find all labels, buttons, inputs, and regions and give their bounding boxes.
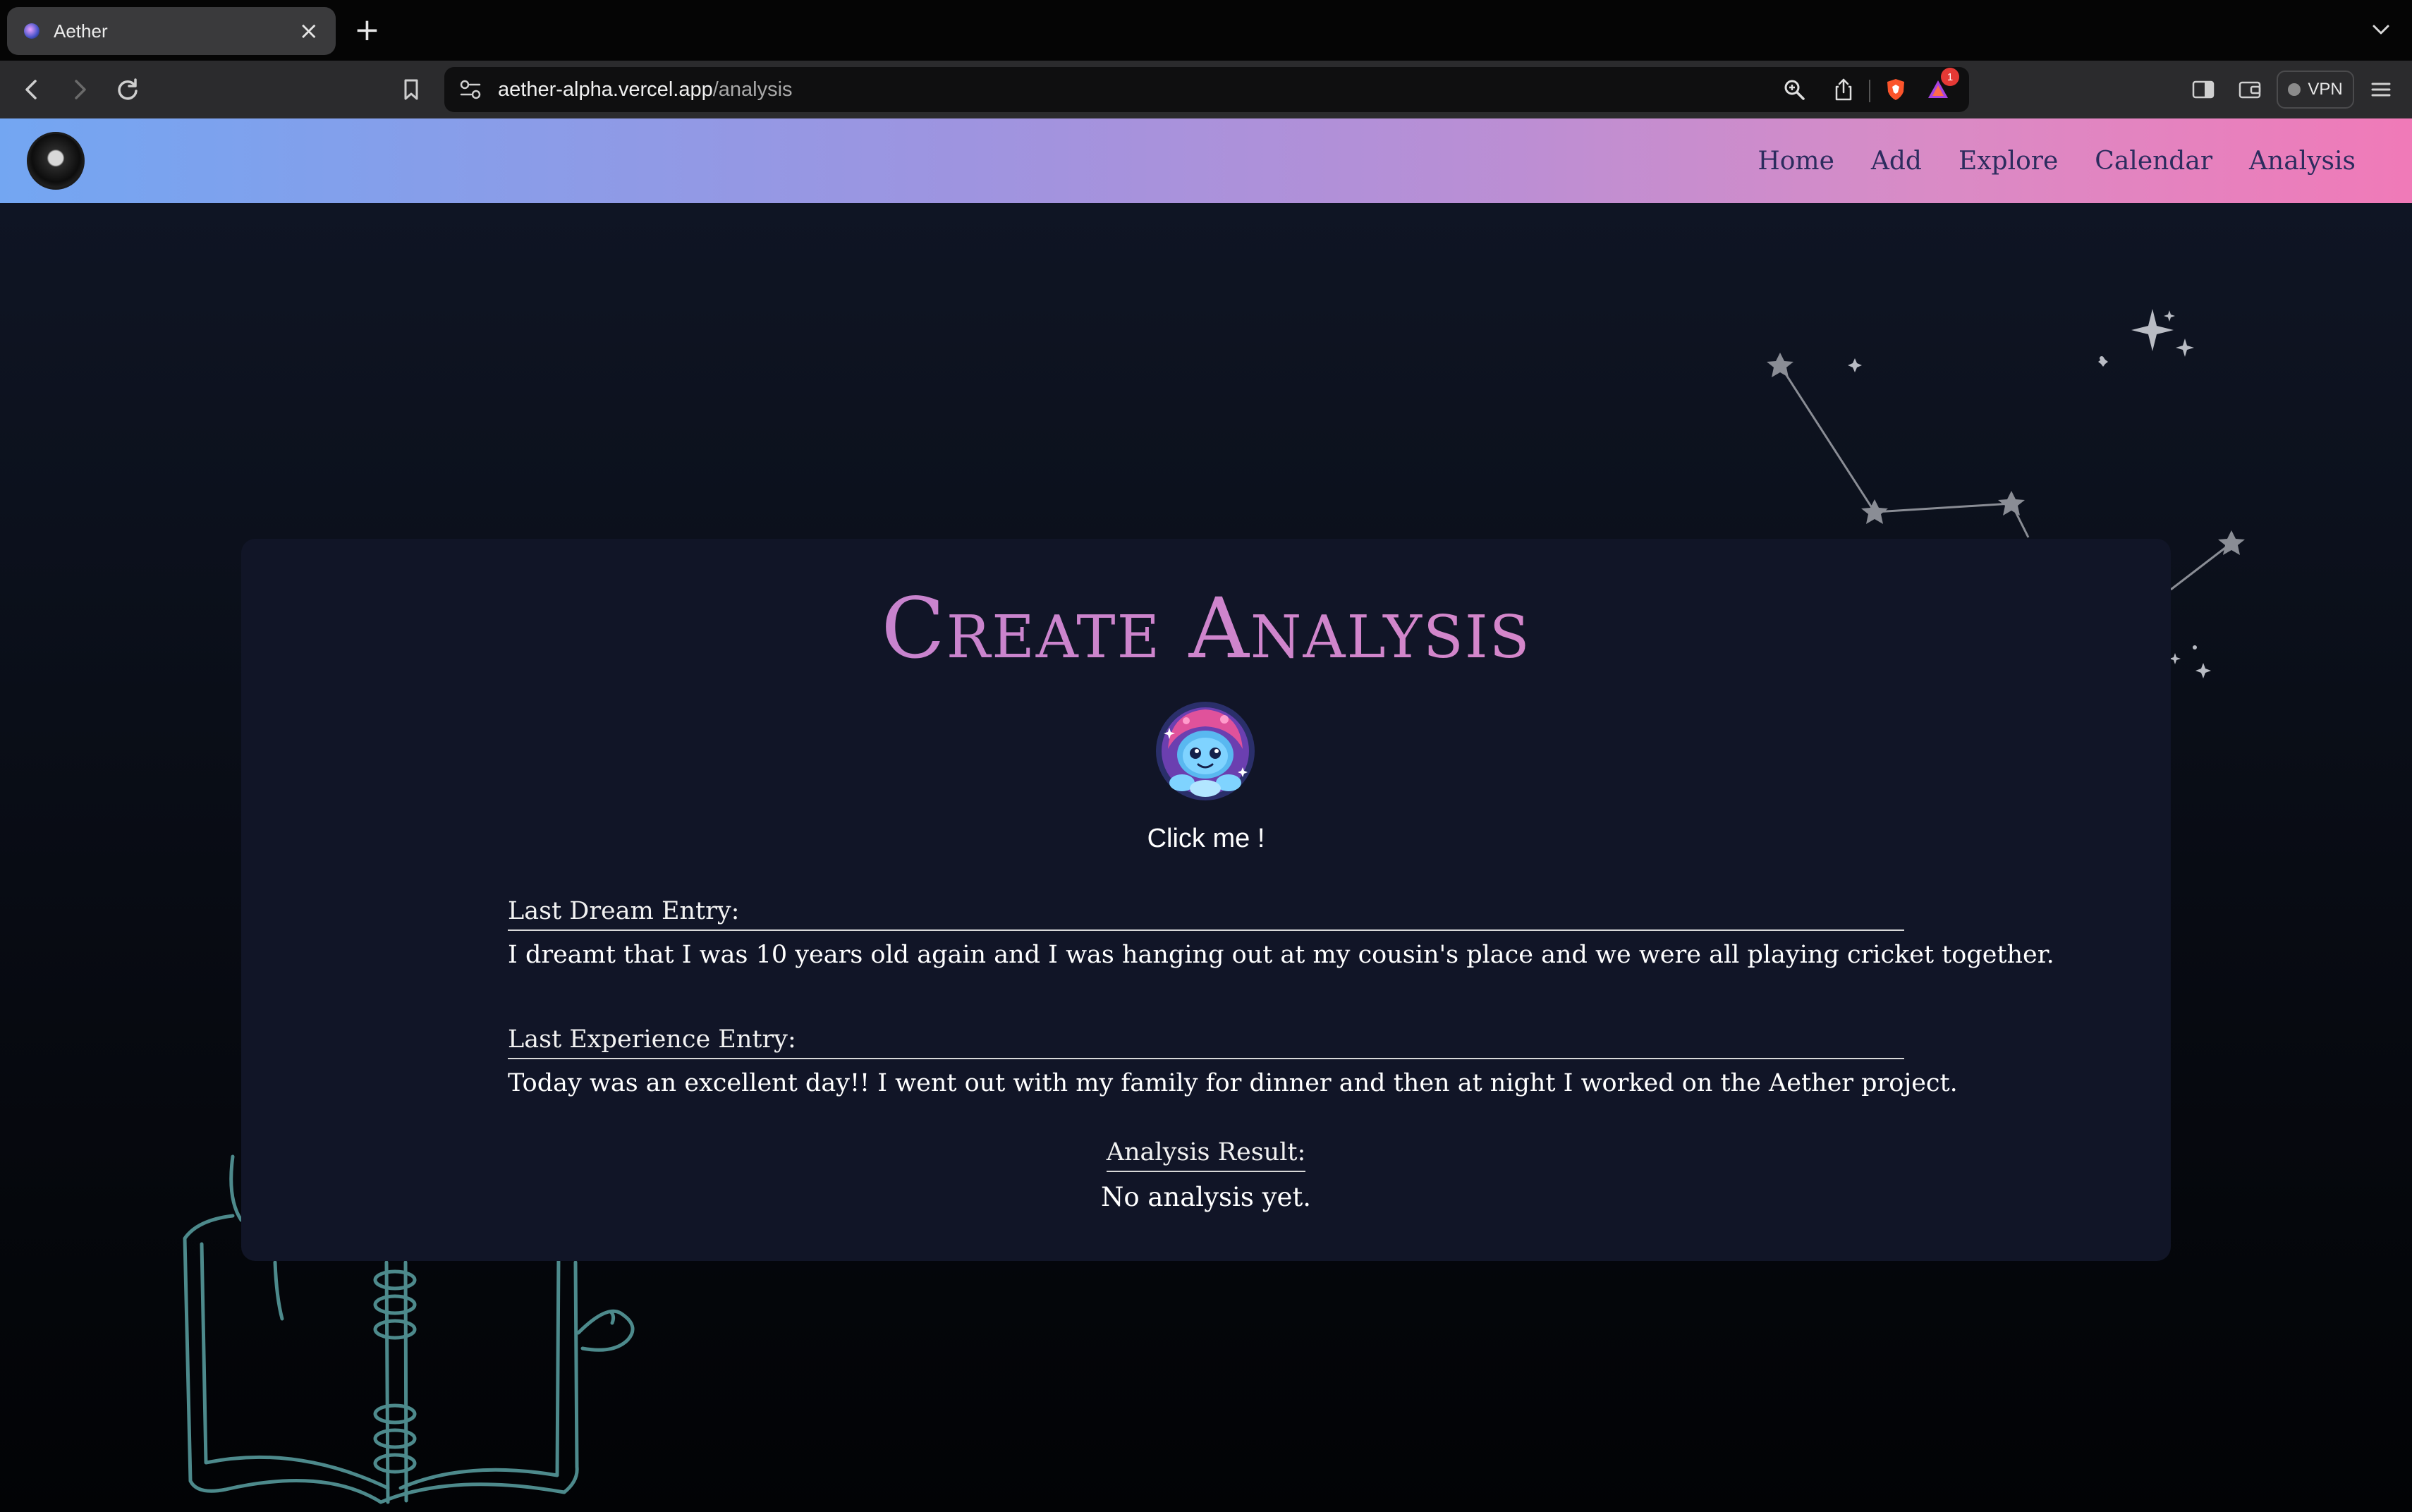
- aether-favicon-icon: [24, 23, 39, 39]
- browser-tab-aether[interactable]: Aether ×: [7, 7, 336, 55]
- forward-icon[interactable]: [63, 73, 96, 106]
- vpn-button[interactable]: VPN: [2277, 71, 2354, 109]
- url-host: aether-alpha.vercel.app: [498, 78, 713, 101]
- close-tab-icon[interactable]: ×: [299, 19, 319, 43]
- vpn-status-icon: [2288, 83, 2301, 96]
- analysis-result-value: No analysis yet.: [1100, 1182, 1312, 1212]
- robot-mascot-button[interactable]: [1154, 700, 1257, 803]
- last-dream-text: I dreamt that I was 10 years old again a…: [508, 941, 2054, 969]
- vpn-label: VPN: [2308, 80, 2343, 99]
- url-text[interactable]: aether-alpha.vercel.app/analysis: [498, 78, 793, 102]
- last-dream-label: Last Dream Entry:: [508, 897, 1904, 931]
- nav-home[interactable]: Home: [1758, 147, 1834, 176]
- analysis-result-label-text: Analysis Result:: [1106, 1138, 1306, 1172]
- browser-tab-strip: Aether × +: [0, 0, 2412, 61]
- new-tab-button[interactable]: +: [354, 14, 380, 47]
- url-path: /analysis: [712, 78, 793, 101]
- tab-list-chevron-icon[interactable]: [2370, 18, 2392, 41]
- rewards-badge: 1: [1941, 68, 1959, 86]
- bookmark-icon[interactable]: [395, 73, 427, 106]
- nav-explore[interactable]: Explore: [1959, 147, 2058, 176]
- last-experience-label: Last Experience Entry:: [508, 1025, 1904, 1059]
- nav-calendar[interactable]: Calendar: [2095, 147, 2212, 176]
- nav-add[interactable]: Add: [1871, 147, 1922, 176]
- nav-links: Home Add Explore Calendar Analysis: [1758, 118, 2356, 203]
- brave-shields-icon[interactable]: [1883, 77, 1908, 102]
- nav-analysis[interactable]: Analysis: [2249, 147, 2356, 176]
- address-bar[interactable]: aether-alpha.vercel.app/analysis: [444, 67, 1969, 112]
- click-me-label[interactable]: Click me !: [0, 824, 2412, 854]
- analysis-result-label: Analysis Result:: [0, 1138, 2412, 1172]
- toolbar-separator: [1869, 80, 1870, 102]
- page-title: Create Analysis: [0, 580, 2412, 677]
- share-icon[interactable]: [1831, 77, 1856, 102]
- site-navbar: Home Add Explore Calendar Analysis: [0, 118, 2412, 203]
- browser-toolbar: aether-alpha.vercel.app/analysis 1 VPN: [0, 61, 2412, 118]
- profile-avatar[interactable]: [27, 132, 85, 190]
- zoom-icon[interactable]: [1781, 77, 1807, 102]
- back-icon[interactable]: [16, 73, 48, 106]
- tab-title: Aether: [54, 20, 108, 42]
- menu-icon[interactable]: [2367, 75, 2395, 104]
- site-settings-icon[interactable]: [458, 78, 482, 101]
- wallet-icon[interactable]: [2236, 75, 2264, 104]
- last-experience-text: Today was an excellent day!! I went out …: [508, 1069, 1958, 1097]
- sidebar-toggle-icon[interactable]: [2189, 75, 2217, 104]
- reload-icon[interactable]: [111, 73, 144, 106]
